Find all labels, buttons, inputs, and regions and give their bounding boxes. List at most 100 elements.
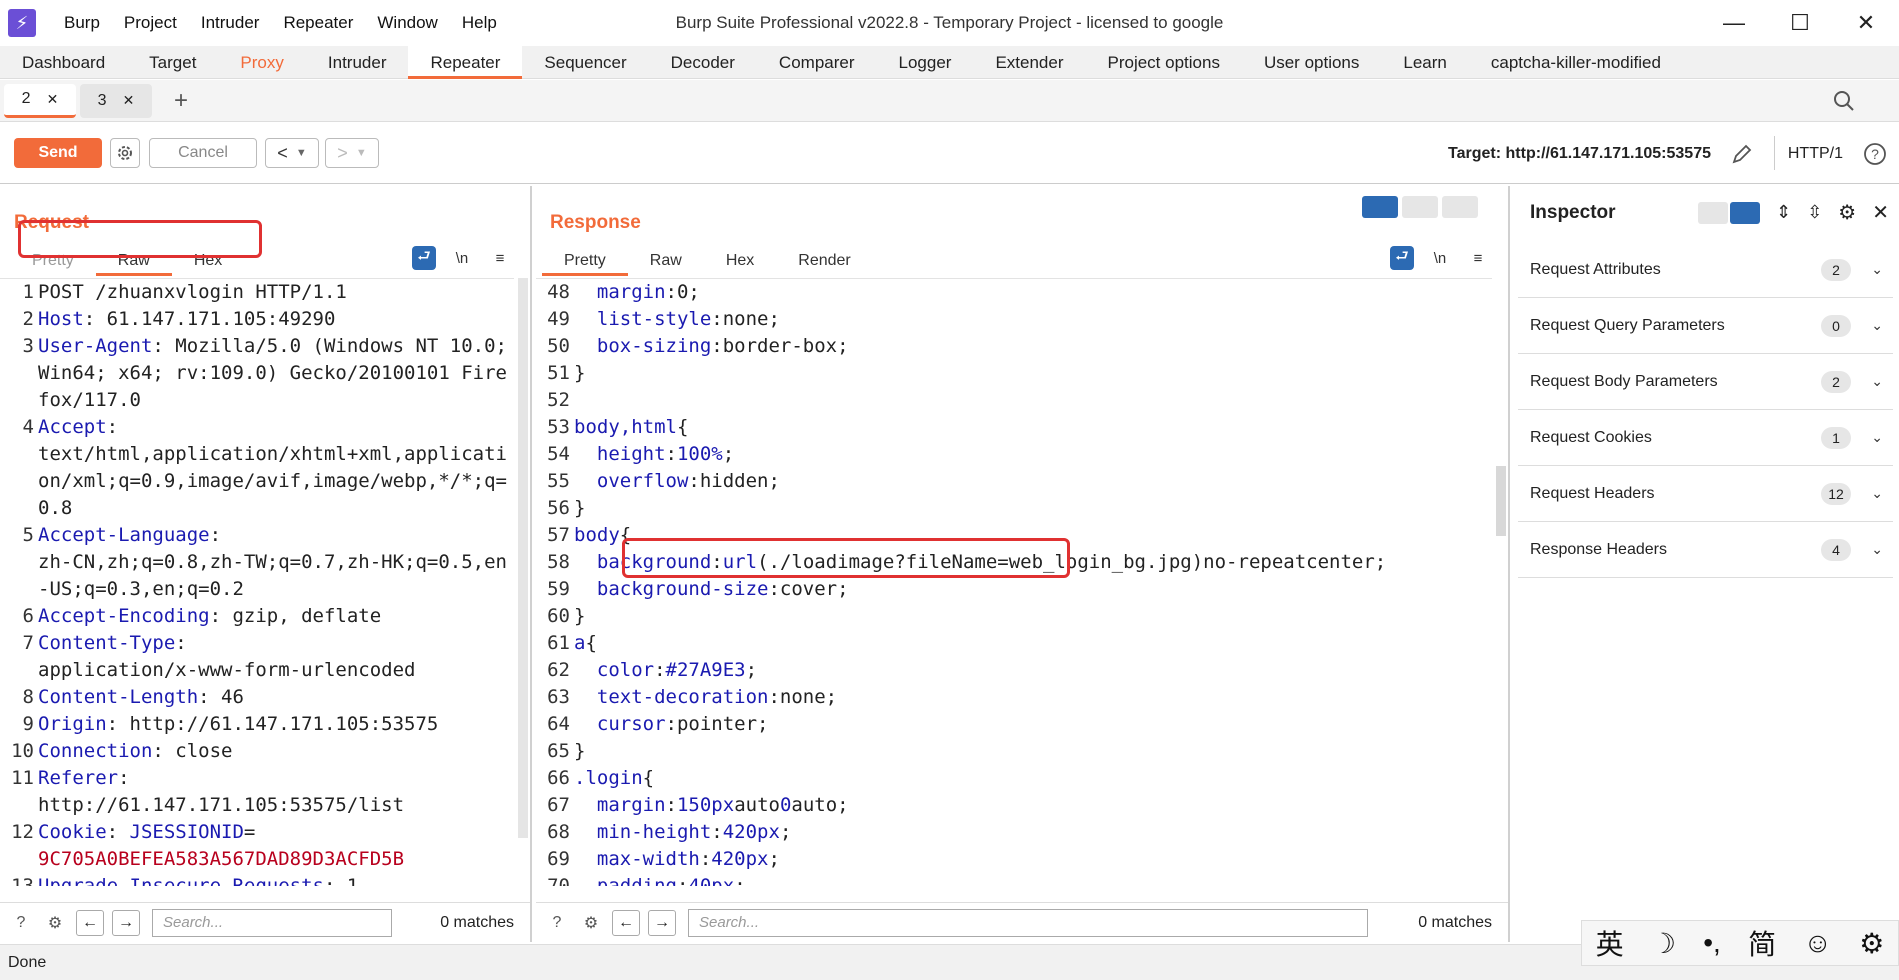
line-content: Cookie: JSESSIONID= 9C705A0BEFEA583A567D… [36, 819, 514, 873]
history-back-button[interactable]: < ▼ [265, 138, 319, 168]
collapse-all-icon[interactable]: ⇳ [1807, 202, 1822, 223]
tab-repeater[interactable]: Repeater [408, 46, 523, 79]
inspector-section[interactable]: Request Headers 12 ⌄ [1518, 466, 1893, 522]
ime-settings-icon[interactable]: ⚙ [1859, 927, 1884, 960]
gear-icon[interactable]: ⚙ [578, 910, 604, 936]
request-editor[interactable]: 1 POST /zhuanxvlogin HTTP/1.1 2 Host: 61.14… [0, 278, 514, 886]
layout-stacked-icon[interactable] [1402, 196, 1438, 218]
line-number: 10 [11, 740, 34, 762]
search-next-button[interactable]: → [648, 909, 676, 936]
repeater-tab-2[interactable]: 2 ✕ [4, 83, 76, 118]
request-search-input[interactable]: Search... [152, 908, 392, 937]
menu-burp[interactable]: Burp [52, 13, 112, 33]
tab-learn[interactable]: Learn [1381, 46, 1468, 79]
tab-dashboard[interactable]: Dashboard [0, 46, 127, 79]
tab-extender[interactable]: Extender [973, 46, 1085, 79]
search-next-button[interactable]: → [112, 909, 140, 936]
inspector-section[interactable]: Request Query Parameters 0 ⌄ [1518, 298, 1893, 354]
line-content: text-decoration:none; [572, 684, 1492, 711]
word-wrap-icon[interactable]: ⮐ [412, 246, 436, 270]
moon-icon[interactable]: ☽ [1651, 927, 1676, 960]
help-icon[interactable]: ? [8, 910, 34, 936]
response-tab-render[interactable]: Render [776, 246, 872, 276]
tab-intruder[interactable]: Intruder [306, 46, 409, 79]
menu-icon[interactable]: ≡ [488, 246, 512, 270]
close-icon[interactable]: ✕ [1872, 200, 1889, 225]
layout-tabs-icon[interactable] [1442, 196, 1478, 218]
inspector-title: Inspector [1530, 202, 1616, 223]
chevron-down-icon[interactable]: ⌄ [1871, 485, 1883, 502]
menu-window[interactable]: Window [365, 13, 449, 33]
tab-logger[interactable]: Logger [877, 46, 974, 79]
inspector-section[interactable]: Request Attributes 2 ⌄ [1518, 242, 1893, 298]
gear-icon[interactable]: ⚙ [1838, 200, 1856, 225]
response-tab-pretty[interactable]: Pretty [542, 246, 628, 276]
tab-captcha-killer[interactable]: captcha-killer-modified [1469, 46, 1683, 79]
ime-language-toggle[interactable]: 英 [1596, 923, 1624, 963]
menu-help[interactable]: Help [450, 13, 509, 33]
response-tab-hex[interactable]: Hex [704, 246, 776, 276]
request-panel: Request Pretty Raw Hex ⮐ \n ≡ 1 POST /zhu… [0, 186, 532, 942]
minimize-icon[interactable]: — [1701, 0, 1767, 46]
menu-repeater[interactable]: Repeater [271, 13, 365, 33]
request-scrollbar[interactable] [518, 278, 528, 838]
menu-intruder[interactable]: Intruder [189, 13, 272, 33]
tab-target[interactable]: Target [127, 46, 218, 79]
inspector-section[interactable]: Request Body Parameters 2 ⌄ [1518, 354, 1893, 410]
punctuation-icon[interactable]: •, [1703, 927, 1721, 959]
response-editor[interactable]: 48 margin:0; 49 list-style:none; 50 box-si… [536, 278, 1492, 886]
inspector-section[interactable]: Response Headers 4 ⌄ [1518, 522, 1893, 578]
layout-side-by-side-icon[interactable] [1362, 196, 1398, 218]
word-wrap-icon[interactable]: ⮐ [1390, 246, 1414, 270]
gear-icon[interactable]: ⚙ [42, 910, 68, 936]
chevron-down-icon[interactable]: ⌄ [1871, 261, 1883, 278]
code-line: 54 height:100%; [536, 441, 1492, 468]
tab-comparer[interactable]: Comparer [757, 46, 877, 79]
close-tab-icon[interactable]: ✕ [47, 91, 59, 108]
add-tab-icon[interactable]: + [174, 87, 188, 115]
tab-sequencer[interactable]: Sequencer [522, 46, 648, 79]
expand-all-icon[interactable]: ⇕ [1776, 202, 1791, 223]
close-tab-icon[interactable]: ✕ [123, 92, 135, 109]
search-prev-button[interactable]: ← [76, 909, 104, 936]
http-version-toggle[interactable]: HTTP/1 [1788, 145, 1843, 163]
split-view-icon[interactable] [1730, 201, 1761, 224]
send-options-button[interactable] [110, 138, 140, 168]
repeater-tab-3[interactable]: 3 ✕ [80, 83, 152, 118]
search-icon[interactable] [1833, 90, 1855, 112]
search-prev-button[interactable]: ← [612, 909, 640, 936]
menu-project[interactable]: Project [112, 13, 189, 33]
chevron-down-icon[interactable]: ⌄ [1871, 317, 1883, 334]
line-content: box-sizing:border-box; [572, 333, 1492, 360]
tab-decoder[interactable]: Decoder [649, 46, 757, 79]
maximize-icon[interactable]: ☐ [1767, 0, 1833, 46]
ime-script-toggle[interactable]: 简 [1748, 923, 1776, 963]
response-tab-raw[interactable]: Raw [628, 246, 704, 276]
cancel-button[interactable]: Cancel [149, 138, 257, 168]
show-newlines-toggle[interactable]: \n [450, 246, 474, 270]
tab-project-options[interactable]: Project options [1086, 46, 1242, 79]
help-icon[interactable]: ? [1863, 142, 1887, 166]
response-scrollbar[interactable] [1496, 466, 1506, 536]
tab-proxy[interactable]: Proxy [218, 46, 305, 79]
response-search-input[interactable]: Search... [688, 908, 1368, 937]
pencil-icon[interactable] [1730, 142, 1754, 166]
show-newlines-toggle[interactable]: \n [1428, 246, 1452, 270]
close-window-icon[interactable]: ✕ [1833, 0, 1899, 46]
history-forward-button[interactable]: > ▼ [325, 138, 379, 168]
dropdown-arrow-icon[interactable]: ▼ [296, 147, 307, 159]
response-footer: ? ⚙ ← → Search... 0 matches [536, 902, 1508, 942]
inspector-section[interactable]: Request Cookies 1 ⌄ [1518, 410, 1893, 466]
send-button[interactable]: Send [14, 138, 102, 168]
emoji-icon[interactable]: ☺ [1803, 927, 1832, 959]
menu-icon[interactable]: ≡ [1466, 246, 1490, 270]
code-line: 10 Connection: close [0, 738, 514, 765]
line-number: 61 [547, 632, 570, 654]
dropdown-arrow-icon[interactable]: ▼ [356, 147, 367, 159]
help-icon[interactable]: ? [544, 910, 570, 936]
tab-user-options[interactable]: User options [1242, 46, 1381, 79]
chevron-down-icon[interactable]: ⌄ [1871, 541, 1883, 558]
chevron-down-icon[interactable]: ⌄ [1871, 429, 1883, 446]
chevron-down-icon[interactable]: ⌄ [1871, 373, 1883, 390]
list-view-icon[interactable] [1698, 201, 1729, 224]
